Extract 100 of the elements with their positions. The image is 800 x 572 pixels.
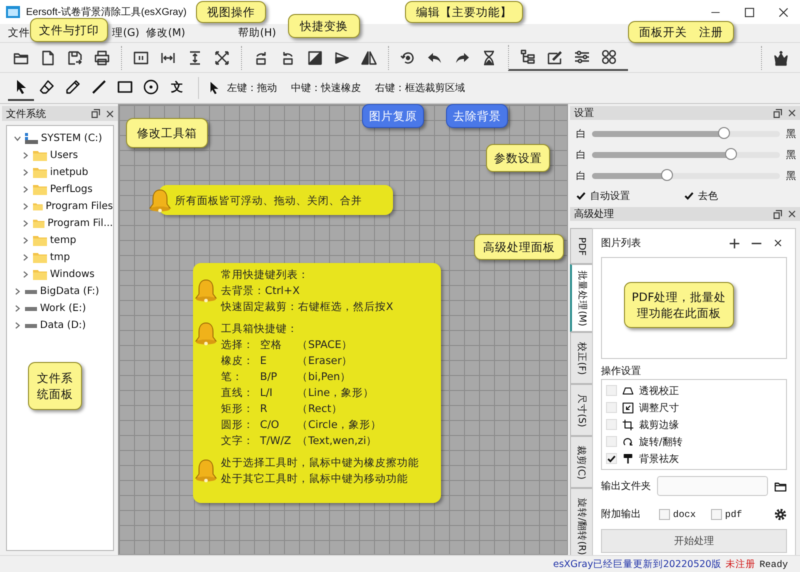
field-label: 附加输出 — [601, 508, 642, 521]
callout: 面板开关 注册 — [628, 21, 734, 43]
callout: 文件与打印 — [30, 18, 108, 42]
callout: 快捷变换 — [288, 14, 360, 38]
folder-icon — [33, 201, 43, 212]
checkbox[interactable] — [606, 436, 617, 447]
tree-item[interactable]: Windows — [50, 269, 95, 280]
output-folder-field[interactable] — [657, 476, 768, 496]
vertical-tab[interactable]: 校正(F) — [570, 332, 592, 384]
check-icon — [607, 454, 616, 464]
chevron-right-icon[interactable] — [21, 202, 30, 211]
note-text: 矩形： — [221, 402, 254, 417]
operation-label: 调整尺寸 — [639, 402, 679, 414]
note-text: （Circle，象形） — [297, 418, 382, 433]
chevron-right-icon[interactable] — [21, 236, 30, 245]
chevron-down-icon[interactable] — [13, 134, 22, 143]
checkbox[interactable] — [606, 453, 617, 464]
chevron-right-icon[interactable] — [21, 253, 30, 262]
note-text: 空格 — [260, 338, 283, 353]
tree-item[interactable]: BigData (F:) — [40, 286, 100, 297]
vertical-tab[interactable]: 裁剪(C) — [570, 436, 592, 488]
callout: 编辑【主要功能】 — [405, 1, 523, 23]
checkbox[interactable]: pdf — [711, 508, 757, 520]
menu-item[interactable]: 修改(M) — [146, 26, 186, 40]
slider-thumb[interactable] — [718, 127, 730, 139]
folder-icon — [33, 150, 47, 161]
note-text: 处于选择工具时，鼠标中键为橡皮擦功能 — [221, 456, 419, 471]
bell-icon — [193, 278, 219, 304]
tree-item[interactable]: Program Files — [46, 201, 113, 212]
callout: 图片复原 — [362, 104, 424, 128]
close-icon[interactable] — [106, 110, 114, 118]
tree-item[interactable]: Program Fil... — [48, 218, 113, 229]
tree-item[interactable]: Work (E:) — [40, 303, 86, 314]
checkbox[interactable] — [606, 402, 617, 413]
vertical-tab[interactable]: PDF — [570, 228, 592, 264]
operation-label: 旋转/翻转 — [639, 436, 682, 448]
chevron-right-icon[interactable] — [13, 287, 22, 296]
note-text: （Rect） — [297, 402, 344, 417]
checkbox[interactable] — [606, 385, 617, 396]
chevron-right-icon[interactable] — [21, 168, 30, 177]
note-text: 直线： — [221, 386, 254, 401]
note-text: 选择： — [221, 338, 254, 353]
menu-item[interactable]: 帮助(H) — [238, 26, 276, 40]
slider-label: 白 — [576, 149, 586, 162]
note-text: （Line，象形） — [297, 386, 375, 401]
checkbox[interactable]: 自动设置 — [576, 189, 684, 203]
folder-icon — [33, 167, 47, 178]
panel-title: 文件系统 — [6, 108, 47, 120]
slider-thumb[interactable] — [725, 148, 738, 160]
folder-icon[interactable] — [774, 480, 787, 492]
chevron-right-icon[interactable] — [21, 185, 30, 194]
operation-label: 透视校正 — [639, 384, 679, 398]
float-icon[interactable] — [91, 109, 100, 118]
system-drive-icon — [25, 133, 38, 144]
app-icon — [6, 6, 20, 18]
callout: 文件系统面板 — [28, 362, 82, 410]
vertical-tab[interactable]: 旋转/翻转(R) — [570, 488, 592, 555]
menu-item[interactable]: 文件 — [8, 26, 30, 40]
registration-status: 未注册 — [725, 558, 756, 570]
tree-item[interactable]: inetpub — [50, 167, 88, 178]
close-icon[interactable] — [788, 210, 796, 218]
chevron-right-icon[interactable] — [13, 304, 22, 313]
hint-text: 左键：拖动 — [227, 82, 277, 95]
callout: 高级处理面板 — [474, 234, 564, 260]
check-icon — [576, 191, 586, 201]
chevron-right-icon[interactable] — [21, 219, 30, 228]
checkbox[interactable]: 去色 — [684, 189, 792, 203]
float-icon[interactable] — [773, 108, 782, 118]
chevron-right-icon[interactable] — [21, 270, 30, 279]
checkbox[interactable] — [606, 419, 617, 430]
text-tool[interactable]: 文 — [164, 75, 190, 101]
float-icon[interactable] — [773, 210, 782, 218]
menu-item[interactable]: 理(G) — [112, 26, 140, 40]
resize-icon — [622, 402, 634, 414]
tree-item[interactable]: temp — [50, 235, 76, 246]
chevron-right-icon[interactable] — [13, 321, 22, 330]
close-icon[interactable] — [788, 109, 796, 117]
note-text: （bi,Pen） — [297, 370, 352, 385]
tree-item[interactable]: PerfLogs — [50, 184, 93, 195]
folder-icon — [33, 269, 47, 280]
checkbox[interactable]: docx — [659, 508, 705, 520]
check-icon — [684, 191, 694, 201]
tree-item[interactable]: SYSTEM (C:) — [41, 133, 102, 144]
section-title: 图片列表 — [601, 236, 642, 250]
note-text: 常用快捷键列表： — [221, 268, 310, 283]
start-button[interactable]: 开始处理 — [601, 529, 787, 553]
slider-label: 白 — [576, 128, 586, 141]
tree-item[interactable]: tmp — [50, 252, 70, 263]
bell-icon — [193, 321, 219, 347]
note-text: E — [260, 354, 268, 369]
note-text: 文字： — [221, 434, 254, 449]
tree-item[interactable]: Users — [50, 150, 78, 161]
drive-icon — [25, 306, 37, 310]
note-text: R — [260, 402, 268, 417]
slider-thumb[interactable] — [661, 169, 674, 181]
tree-item[interactable]: Data (D:) — [40, 320, 86, 331]
chevron-right-icon[interactable] — [21, 151, 30, 160]
vertical-tab[interactable]: 尺寸(S) — [570, 384, 592, 436]
vertical-tab[interactable]: 批量处理(M) — [570, 264, 592, 332]
gear-icon[interactable] — [774, 508, 787, 520]
